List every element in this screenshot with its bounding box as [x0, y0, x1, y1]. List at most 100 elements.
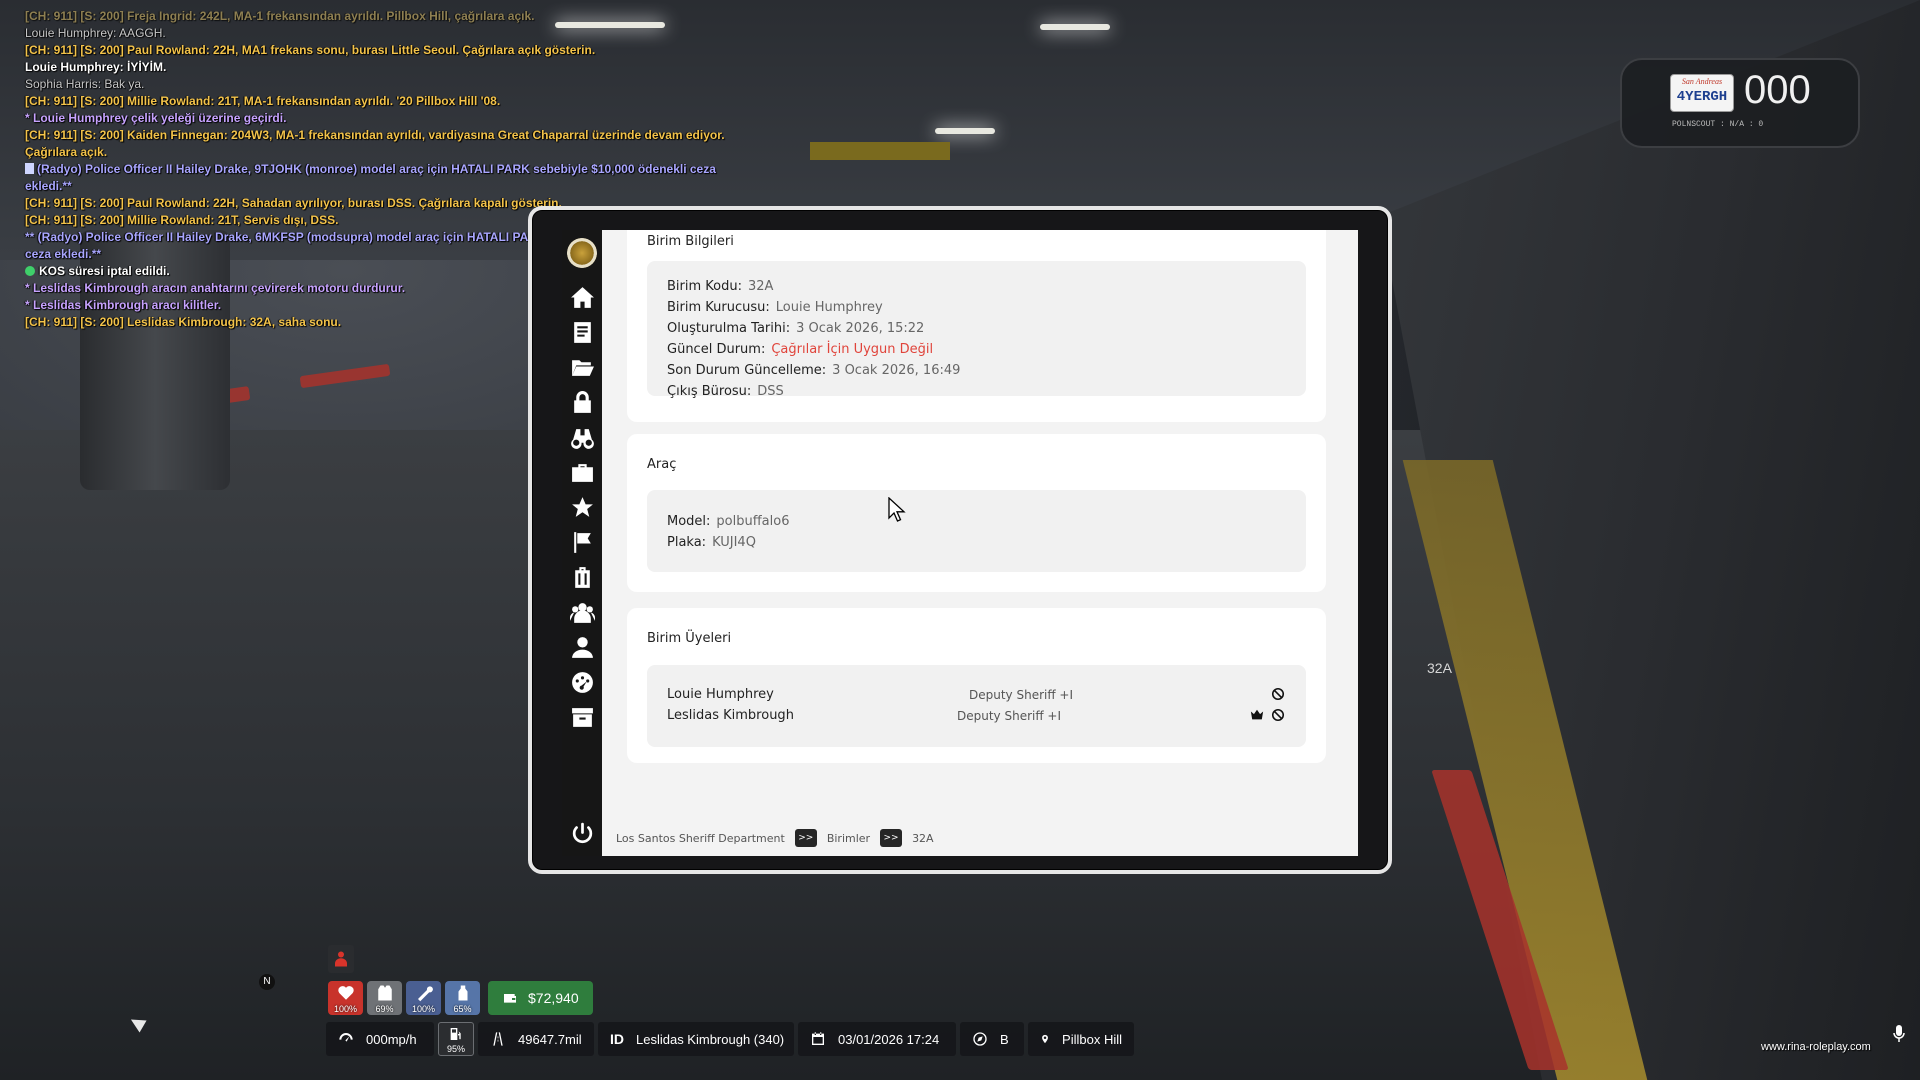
- chat-text: (Radyo) Police Officer II Hailey Drake, …: [25, 162, 716, 193]
- briefcase-icon: [571, 464, 593, 482]
- created-date-value: 3 Ocak 2026, 15:22: [796, 321, 925, 336]
- ceiling-lamp: [1040, 24, 1110, 30]
- location-display: Pillbox Hill: [1028, 1022, 1134, 1056]
- sidebar-item-archive[interactable]: [562, 700, 602, 735]
- player-name-value: Leslidas Kimbrough (340): [636, 1031, 785, 1047]
- unit-code-value: 32A: [748, 279, 774, 294]
- chat-text: [CH: 911] [S: 200] Paul Rowland: 22H, Sa…: [25, 196, 562, 210]
- chat-line: [CH: 911] [S: 200] Freja Ingrid: 242L, M…: [25, 8, 725, 25]
- fuel-value: 95%: [446, 1044, 465, 1054]
- health-value: 100%: [333, 1004, 358, 1014]
- distance-display: 49647.7mil: [478, 1022, 594, 1056]
- chat-text: [CH: 911] [S: 200] Millie Rowland: 21T, …: [25, 94, 501, 108]
- player-arrow-icon: [127, 1013, 147, 1033]
- chat-text: Louie Humphrey: AAGGH.: [25, 26, 166, 40]
- status-bar: 100% 69% 100% 65% $72,940: [328, 981, 593, 1015]
- folder-open-icon: [571, 360, 594, 376]
- chat-line: Louie Humphrey: AAGGH.: [25, 25, 725, 42]
- breadcrumb-separator: >>: [794, 829, 817, 847]
- member-rank: Deputy Sheriff +I: [969, 688, 1074, 702]
- breadcrumb-section[interactable]: Birimler: [827, 832, 870, 845]
- heading-display: B: [960, 1022, 1024, 1056]
- clearance-sign: [810, 142, 950, 160]
- chat-line: (Radyo) Police Officer II Hailey Drake, …: [25, 161, 725, 195]
- binoculars-icon: [570, 429, 594, 449]
- ceiling-lamp: [935, 128, 995, 134]
- server-website: www.rina-roleplay.com: [1761, 1041, 1871, 1053]
- wallet-icon: [504, 994, 516, 1003]
- document-icon: [25, 163, 34, 174]
- users-icon: [569, 603, 595, 623]
- sidebar-item-cases[interactable]: [562, 560, 602, 595]
- home-icon: [570, 287, 594, 308]
- sidebar-item-flag[interactable]: [562, 525, 602, 560]
- chat-text: [CH: 911] [S: 200] Leslidas Kimbrough: 3…: [25, 315, 342, 329]
- members-title: Birim Üyeleri: [647, 631, 732, 646]
- last-update-value: 3 Ocak 2026, 16:49: [832, 363, 961, 378]
- field-label: Son Durum Güncelleme:: [667, 363, 827, 378]
- member-name: Louie Humphrey: [667, 687, 774, 702]
- microphone-icon: [1893, 1025, 1905, 1042]
- vehicle-title: Araç: [647, 457, 677, 472]
- fuel-indicator: 95%: [438, 1022, 474, 1056]
- bottle-icon: [458, 985, 467, 1001]
- speed-display: 000mp/h: [326, 1022, 434, 1056]
- chat-line: Sophia Harris: Bak ya.: [25, 76, 725, 93]
- chat-line: Louie Humphrey: İYİYİM.: [25, 59, 725, 76]
- breadcrumb-current: 32A: [912, 831, 934, 845]
- unit-founder-row: Birim Kurucusu: Louie Humphrey: [667, 300, 883, 315]
- suitcase-icon: [574, 567, 590, 588]
- red-curb: [299, 363, 391, 389]
- field-label: Birim Kurucusu:: [667, 300, 770, 315]
- remove-member-icon[interactable]: [1271, 687, 1285, 701]
- road-icon: [493, 1032, 503, 1046]
- plate-state: San Andreas: [1681, 77, 1723, 86]
- datetime-display: 03/01/2026 17:24: [798, 1022, 956, 1056]
- hunger-indicator: 100%: [406, 981, 441, 1015]
- unit-founder-value: Louie Humphrey: [775, 300, 883, 315]
- heart-icon: [337, 986, 354, 1000]
- power-button[interactable]: [562, 816, 602, 850]
- player-id-display: ID Leslidas Kimbrough (340): [598, 1022, 794, 1056]
- sidebar-item-profile[interactable]: [562, 630, 602, 665]
- calendar-icon: [812, 1032, 824, 1045]
- document-icon: [573, 322, 591, 343]
- sidebar-item-files[interactable]: [562, 350, 602, 385]
- speed-value: 000mp/h: [366, 1031, 417, 1047]
- field-label: Güncel Durum:: [667, 342, 766, 357]
- map-pin-icon: [1042, 1034, 1048, 1044]
- unit-code-row: Birim Kodu: 32A: [667, 279, 773, 294]
- sidebar-item-units[interactable]: [562, 595, 602, 630]
- plate-number: 4YERGH: [1676, 89, 1728, 105]
- vehicle-plate-value: KUJI4Q: [712, 535, 756, 550]
- chat-text: [CH: 911] [S: 200] Kaiden Finnegan: 204W…: [25, 128, 725, 159]
- chat-line: [CH: 911] [S: 200] Kaiden Finnegan: 204W…: [25, 127, 725, 161]
- crown-icon: [1250, 709, 1264, 720]
- thirst-indicator: 65%: [445, 981, 480, 1015]
- unit-info-panel: Birim Kodu: 32A Birim Kurucusu: Louie Hump…: [647, 261, 1306, 399]
- sidebar-item-search[interactable]: [562, 420, 602, 455]
- sidebar-item-lock[interactable]: [562, 385, 602, 420]
- sidebar-item-reports[interactable]: [562, 315, 602, 350]
- money-display: $72,940: [488, 981, 593, 1015]
- license-plate: San Andreas 4YERGH: [1670, 74, 1734, 112]
- chat-text: [CH: 911] [S: 200] Paul Rowland: 22H, MA…: [25, 43, 596, 57]
- mouse-cursor-icon: [888, 497, 906, 522]
- current-status-value: Çağrılar İçin Uygun Değil: [771, 342, 934, 357]
- heading-value: B: [1000, 1031, 1009, 1047]
- unit-info-card: Birim Bilgileri Birim Kodu: 32A Birim Kur…: [627, 230, 1326, 422]
- archive-icon: [571, 708, 593, 727]
- sidebar-item-dashboard[interactable]: [562, 665, 602, 700]
- breadcrumb-root[interactable]: Los Santos Sheriff Department: [616, 832, 785, 845]
- member-rank: Deputy Sheriff +I: [957, 709, 1062, 723]
- armor-indicator: 69%: [367, 981, 402, 1015]
- mdt-tablet: Birim Bilgileri Birim Kodu: 32A Birim Kur…: [528, 206, 1392, 874]
- red-curb: [1431, 770, 1569, 1070]
- members-card: Birim Üyeleri Louie Humphrey Deputy Sher…: [627, 608, 1326, 763]
- chat-line: [CH: 911] [S: 200] Millie Rowland: 21T, …: [25, 93, 725, 110]
- remove-member-icon[interactable]: [1271, 708, 1285, 722]
- sidebar-item-home[interactable]: [562, 280, 602, 315]
- sidebar-item-briefcase[interactable]: [562, 455, 602, 490]
- chat-text: Louie Humphrey: İYİYİM.: [25, 60, 167, 74]
- sidebar-item-favorites[interactable]: [562, 490, 602, 525]
